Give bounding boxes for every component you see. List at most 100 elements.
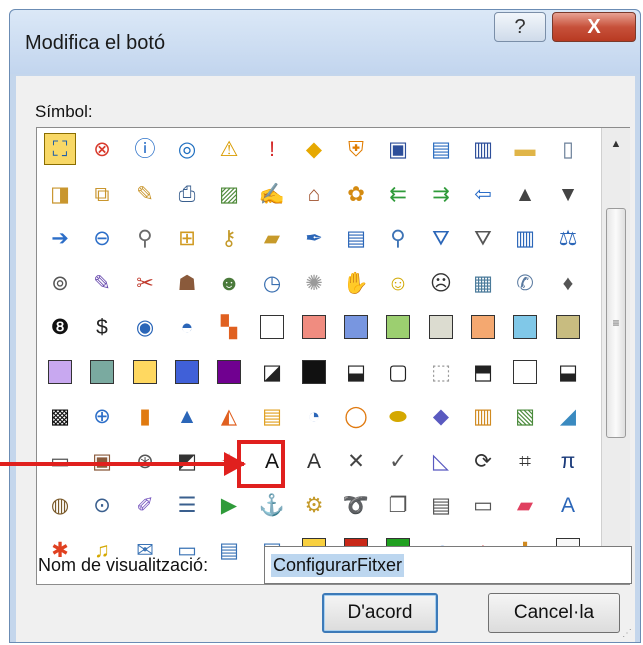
cylinders-icon[interactable]: ⬬ [382,400,414,432]
refresh-icon[interactable]: ⟳ [467,445,499,477]
ruler-icon[interactable]: ◺ [425,445,457,477]
lasso-icon[interactable]: ➰ [340,489,372,521]
color-swatch-icon[interactable] [382,311,414,343]
hand-icon[interactable]: ✋ [340,267,372,299]
edit-folder-icon[interactable]: ✎ [129,178,161,210]
book-icon[interactable]: ▥ [509,222,541,254]
play-icon[interactable]: ▶ [213,489,245,521]
key-icon[interactable]: ⚷ [213,222,245,254]
right-arrow-icon[interactable]: ➔ [44,222,76,254]
palette-icon[interactable]: ✿ [340,178,372,210]
calculator-icon[interactable]: ▦ [467,267,499,299]
resize-grip-icon[interactable]: ⋰ [622,628,632,639]
diagonal-fill-icon[interactable]: ◪ [256,356,288,388]
cancel-button[interactable]: Cancel·la [488,593,620,633]
sad-face-icon[interactable]: ☹ [425,267,457,299]
color-swatch-icon[interactable] [256,311,288,343]
network-icon[interactable]: ⛶ [44,133,76,165]
color-swatch-icon[interactable] [298,311,330,343]
lock-icon[interactable]: ⊞ [171,222,203,254]
dotted-square-icon[interactable]: ⬚ [425,356,457,388]
shield-icon[interactable]: ⛨ [340,133,372,165]
color-swatch-icon[interactable] [509,356,541,388]
sparkle-icon[interactable]: ✺ [298,267,330,299]
symbol-list[interactable]: ⛶ ⊗ ⓘ ◎ ⚠! ◆ ⛨ ▣ ▤ ▥ ▬ ▯ ◨ ⧉ ✎ ⎙ ▨ ✍ ⌂ ✿ ⇇ ⇉ ⇦ ▲ ▼ ➔ ⊖ ⚲ ⊞ ⚷ ▰ ✒ ▤ ⚲ ⛛ ⛛ ▥ ⚖ ⊚… [36,127,630,585]
bottom-fill-icon[interactable]: ⬒ [467,356,499,388]
up-arrow-icon[interactable]: ▲ [509,178,541,210]
close-button[interactable]: X [552,12,636,42]
down-arrow-icon[interactable]: ▼ [552,178,584,210]
folder-tab-icon[interactable]: ▭ [467,489,499,521]
open-folder-icon[interactable]: ◨ [44,178,76,210]
edit-document-icon[interactable]: ✍ [256,178,288,210]
phone-icon[interactable]: ✆ [509,267,541,299]
pin-icon[interactable]: ⚲ [129,222,161,254]
top-fill-icon[interactable]: ⬓ [552,356,584,388]
back-double-icon[interactable]: ⇇ [382,178,414,210]
paste-icon[interactable]: ▤ [425,489,457,521]
eight-ball-icon[interactable]: ❽ [44,311,76,343]
film-reel-icon[interactable]: ⊛ [129,445,161,477]
zoom-icon[interactable]: ⚲ [382,222,414,254]
outline-square-icon[interactable]: ▢ [382,356,414,388]
forward-circle-icon[interactable]: ⊕ [86,400,118,432]
matrix-icon[interactable]: ⌗ [509,445,541,477]
rings-icon[interactable]: ⊚ [44,267,76,299]
print-icon[interactable]: ⎙ [171,178,203,210]
font-icon[interactable]: A [552,489,584,521]
people-icon[interactable]: ☻ [213,267,245,299]
bar-chart-icon[interactable]: ▮ [129,400,161,432]
settings-icon[interactable]: ⚙ [298,489,330,521]
scroll-up-button[interactable]: ▲ [602,134,630,154]
pi-icon[interactable]: π [552,445,584,477]
help-button[interactable]: ? [494,12,546,42]
new-document-icon[interactable]: ▯ [552,133,584,165]
filter-icon[interactable]: ⛛ [425,222,457,254]
money-icon[interactable]: $ [86,311,118,343]
smiley-icon[interactable]: ☺ [382,267,414,299]
donut-chart-icon[interactable]: ◯ [340,400,372,432]
card-lines-icon[interactable]: ▤ [213,534,245,566]
color-swatch-icon[interactable] [467,311,499,343]
color-swatch-icon[interactable] [171,356,203,388]
list-icon[interactable]: ☰ [171,489,203,521]
color-swatch-icon[interactable] [509,311,541,343]
paint-bucket-icon[interactable]: ◍ [44,489,76,521]
diamond-warning-icon[interactable]: ◆ [298,133,330,165]
title-bar[interactable]: Modifica el botó ? X [10,10,640,74]
pen-icon[interactable]: ✒ [298,222,330,254]
color-swatch-icon[interactable] [129,356,161,388]
forward-double-icon[interactable]: ⇉ [425,178,457,210]
book-stack-icon[interactable]: ◆ [425,400,457,432]
error-icon[interactable]: ⊗ [86,133,118,165]
landscape-icon[interactable]: ◢ [552,400,584,432]
eye-icon[interactable]: ◉ [129,311,161,343]
contact-card-icon[interactable]: ▣ [86,445,118,477]
x-mark-icon[interactable]: ✕ [340,445,372,477]
pencil-icon[interactable]: ✐ [129,489,161,521]
color-swatch-icon[interactable] [552,311,584,343]
copy-folder-icon[interactable]: ⧉ [86,178,118,210]
save-all-icon[interactable]: ▥ [467,133,499,165]
checker-icon[interactable]: ▩ [44,400,76,432]
gantt-icon[interactable]: ▤ [256,400,288,432]
eraser-icon[interactable]: ▰ [256,222,288,254]
eraser-pink-icon[interactable]: ▰ [509,489,541,521]
color-swatch-icon[interactable] [425,311,457,343]
display-name-input[interactable]: ConfigurarFitxer [264,546,632,584]
cone-icon[interactable]: ▲ [171,400,203,432]
home-icon[interactable]: ⌂ [298,178,330,210]
check-mark-icon[interactable]: ✓ [382,445,414,477]
gradient-icon[interactable]: ◩ [171,445,203,477]
folder-icon[interactable]: ▬ [509,133,541,165]
disc-icon[interactable]: ◓ [171,311,203,343]
filter-outline-icon[interactable]: ⛛ [467,222,499,254]
person-icon[interactable]: ☗ [171,267,203,299]
half-fill-icon[interactable]: ⬓ [340,356,372,388]
color-swatch-icon[interactable] [86,356,118,388]
left-arrow-icon[interactable]: ⇦ [467,178,499,210]
binoculars-icon[interactable]: ⊙ [86,489,118,521]
microphone-icon[interactable]: ✎ [86,267,118,299]
font-a-bold-icon[interactable]: A [298,445,330,477]
color-swatch-icon[interactable] [213,356,245,388]
